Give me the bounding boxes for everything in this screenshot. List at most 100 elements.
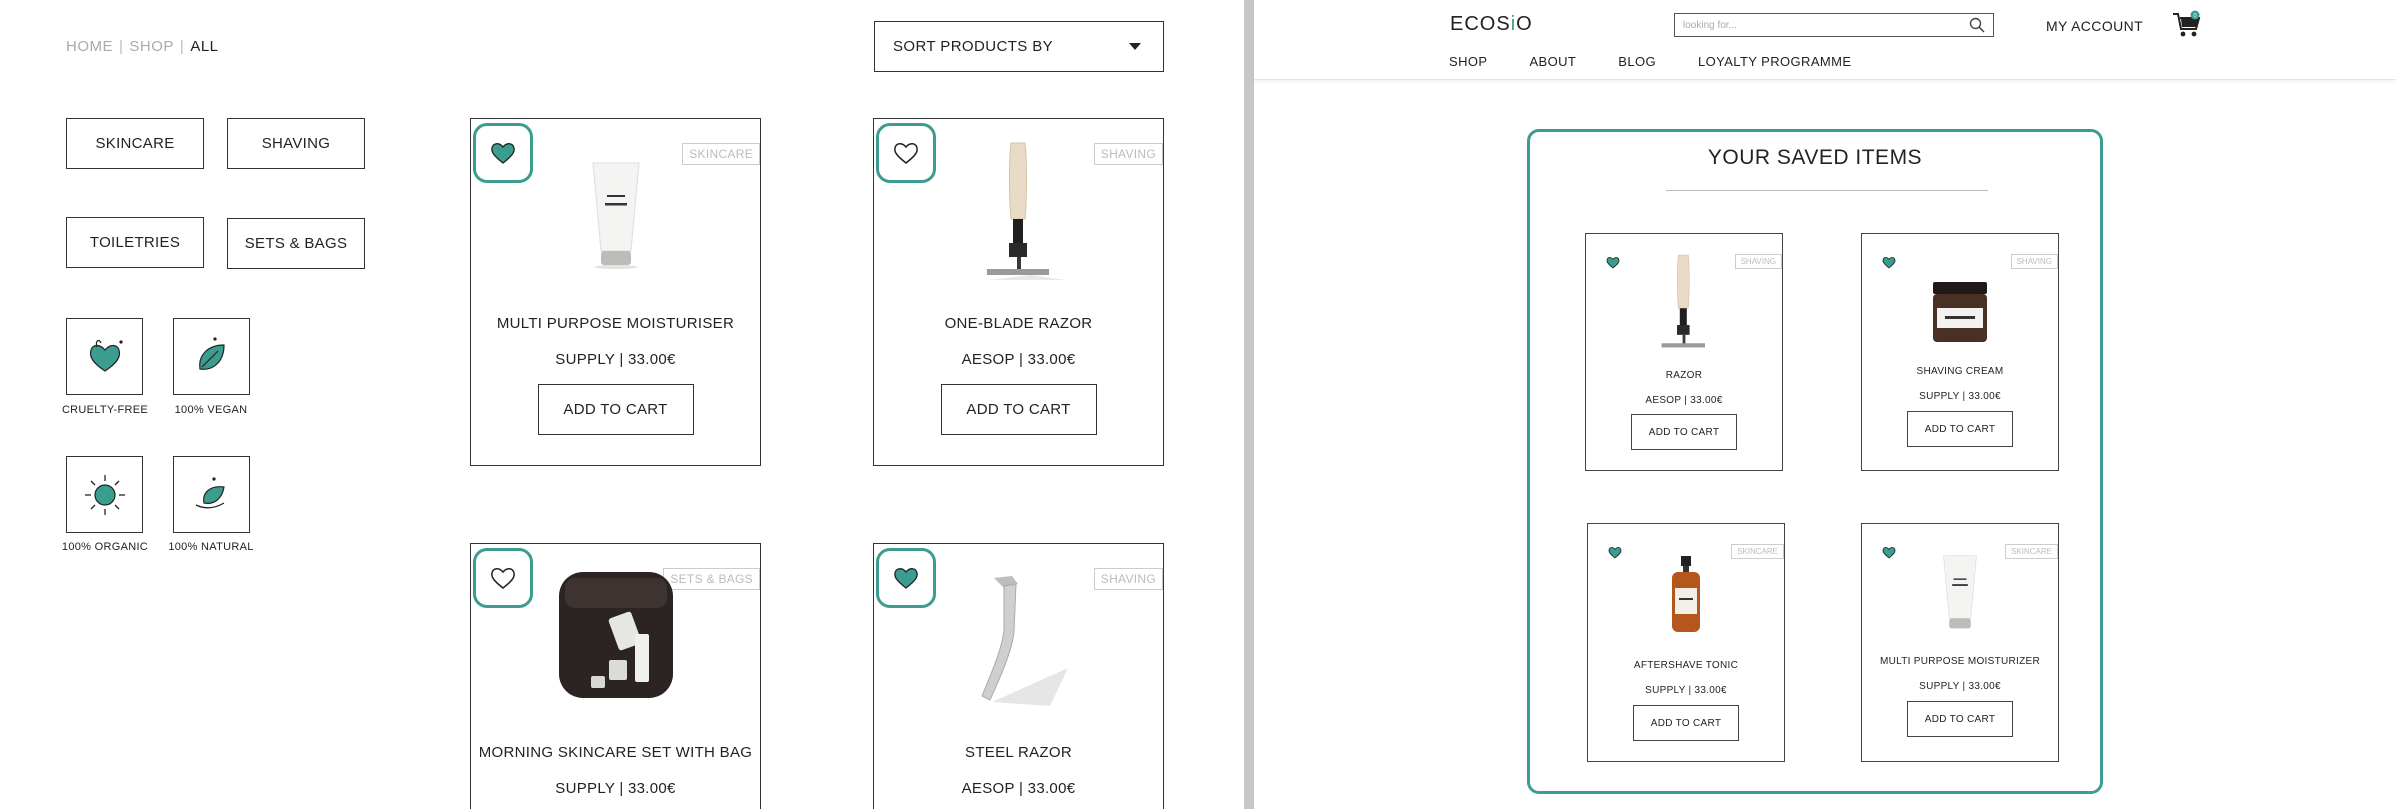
saved-item-card[interactable]: SHAVING SHAVING CREAM SUPPLY | 33.00€ AD… [1861, 233, 2059, 471]
saved-item-card[interactable]: SKINCARE AFTERSHAVE TONIC SUPPLY | 33.00… [1587, 523, 1785, 762]
product-name: STEEL RAZOR [965, 744, 1072, 761]
badge-label: CRUELTY-FREE [61, 404, 149, 416]
shop-panel: HOME | SHOP | ALL SORT PRODUCTS BY SKINC… [0, 0, 1244, 809]
heart-filled-icon[interactable] [1608, 546, 1622, 559]
wishlist-button[interactable] [473, 123, 533, 183]
badge-label: 100% NATURAL [168, 541, 254, 553]
heart-outline-icon [491, 568, 515, 589]
saved-items-box: YOUR SAVED ITEMS SHAVING RAZOR AESOP | 3… [1527, 129, 2103, 794]
vegan-badge [173, 318, 250, 395]
product-card[interactable]: SHAVING ONE-BLADE RAZOR AESOP | 33.00€ A… [873, 118, 1164, 466]
category-toiletries-button[interactable]: TOILETRIES [66, 217, 204, 268]
breadcrumb-current: ALL [190, 38, 219, 55]
add-to-cart-button[interactable]: ADD TO CART [537, 384, 694, 435]
one-blade-razor-image [986, 142, 1065, 280]
breadcrumb-separator: | [119, 38, 124, 55]
cruelty-free-badge [66, 318, 143, 395]
wishlist-button[interactable] [876, 123, 936, 183]
moisturizer-tube-image [1943, 555, 1977, 629]
breadcrumb-home[interactable]: HOME [66, 38, 113, 55]
logo[interactable]: ECOSiO [1450, 13, 1533, 36]
search-input[interactable]: looking for... [1674, 13, 1994, 37]
product-name: MULTI PURPOSE MOISTURISER [496, 315, 735, 332]
screen: HOME | SHOP | ALL SORT PRODUCTS BY SKINC… [0, 0, 2396, 809]
category-tag: SHAVING [1734, 254, 1782, 269]
cart-icon[interactable]: 0 [2172, 10, 2202, 40]
category-tag: SHAVING [1093, 143, 1163, 165]
site-header: ECOSiO looking for... MY ACCOUNT 0 SHOP … [1254, 0, 2396, 80]
heart-filled-icon [491, 143, 515, 164]
category-tag: SHAVING [1093, 568, 1163, 590]
nav-loyalty-programme[interactable]: LOYALTY PROGRAMME [1698, 54, 1851, 69]
sort-label: SORT PRODUCTS BY [893, 38, 1054, 55]
search-icon[interactable] [1969, 17, 1985, 33]
panel-divider [1244, 0, 1254, 809]
category-skincare-button[interactable]: SKINCARE [66, 118, 204, 169]
bunny-heart-icon [89, 339, 123, 372]
category-shaving-button[interactable]: SHAVING [227, 118, 365, 169]
product-price: SUPPLY | 33.00€ [555, 780, 676, 797]
hand-leaf-icon [195, 476, 225, 508]
category-tag: SKINCARE [682, 143, 760, 165]
saved-item-price: SUPPLY | 33.00€ [1645, 685, 1727, 696]
saved-item-price: SUPPLY | 33.00€ [1919, 681, 2001, 692]
steel-razor-image [980, 576, 1068, 706]
add-to-cart-button[interactable]: ADD TO CART [1907, 701, 2013, 737]
heart-filled-icon[interactable] [1882, 546, 1896, 559]
heart-outline-icon [894, 143, 918, 164]
wishlist-button[interactable] [473, 548, 533, 608]
natural-badge [173, 456, 250, 533]
product-card[interactable]: SETS & BAGS MORNING SKINCARE SET WITH BA… [470, 543, 761, 809]
category-tag: SKINCARE [1731, 544, 1784, 559]
saved-item-card[interactable]: SKINCARE MULTI PURPOSE MOISTURIZER SUPPL… [1861, 523, 2059, 762]
main-nav: SHOP ABOUT BLOG LOYALTY PROGRAMME [1449, 54, 1893, 69]
moisturiser-tube-image [591, 162, 640, 269]
title-divider [1666, 190, 1988, 191]
product-price: SUPPLY | 33.00€ [555, 351, 676, 368]
heart-filled-icon[interactable] [1606, 256, 1620, 269]
product-name: ONE-BLADE RAZOR [944, 315, 1093, 332]
product-price: AESOP | 33.00€ [961, 780, 1076, 797]
product-card[interactable]: SHAVING STEEL RAZOR AESOP | 33.00€ [873, 543, 1164, 809]
add-to-cart-button[interactable]: ADD TO CART [1631, 414, 1737, 450]
category-sets-bags-button[interactable]: SETS & BAGS [227, 218, 365, 269]
breadcrumb-shop[interactable]: SHOP [129, 38, 174, 55]
breadcrumb: HOME | SHOP | ALL [66, 38, 219, 55]
organic-badge [66, 456, 143, 533]
search-placeholder: looking for... [1683, 19, 1737, 31]
saved-item-card[interactable]: SHAVING RAZOR AESOP | 33.00€ ADD TO CART [1585, 233, 1783, 471]
add-to-cart-button[interactable]: ADD TO CART [1907, 411, 2013, 447]
nav-blog[interactable]: BLOG [1618, 54, 1656, 69]
my-account-link[interactable]: MY ACCOUNT [2046, 18, 2143, 34]
product-name: MORNING SKINCARE SET WITH BAG [478, 744, 753, 761]
category-tag: SHAVING [2010, 254, 2058, 269]
saved-items-panel: ECOSiO looking for... MY ACCOUNT 0 SHOP … [1254, 0, 2396, 809]
sun-icon [84, 474, 125, 515]
heart-filled-icon[interactable] [1882, 256, 1896, 269]
saved-item-name: MULTI PURPOSE MOISTURIZER [1879, 656, 2041, 667]
product-price: AESOP | 33.00€ [961, 351, 1076, 368]
saved-item-name: RAZOR [1665, 370, 1703, 381]
add-to-cart-button[interactable]: ADD TO CART [940, 384, 1097, 435]
nav-shop[interactable]: SHOP [1449, 54, 1487, 69]
product-card[interactable]: SKINCARE MULTI PURPOSE MOISTURISER SUPPL… [470, 118, 761, 466]
shaving-cream-jar-image [1933, 282, 1987, 342]
saved-items-title: YOUR SAVED ITEMS [1707, 146, 1923, 169]
nav-about[interactable]: ABOUT [1529, 54, 1576, 69]
add-to-cart-button[interactable]: ADD TO CART [1633, 705, 1739, 741]
leaf-icon [198, 336, 225, 370]
badge-label: 100% ORGANIC [61, 541, 149, 553]
badge-label: 100% VEGAN [174, 404, 248, 416]
aftershave-bottle-image [1672, 556, 1700, 632]
razor-image [1661, 254, 1705, 348]
category-tag: SKINCARE [2005, 544, 2058, 559]
saved-item-name: AFTERSHAVE TONIC [1633, 660, 1739, 671]
sort-dropdown[interactable]: SORT PRODUCTS BY [874, 21, 1164, 72]
saved-item-price: SUPPLY | 33.00€ [1919, 391, 2001, 402]
caret-down-icon [1129, 43, 1141, 50]
wishlist-button[interactable] [876, 548, 936, 608]
breadcrumb-separator: | [179, 38, 185, 55]
saved-item-name: SHAVING CREAM [1916, 366, 2004, 377]
heart-filled-icon [894, 568, 918, 589]
skincare-set-bag-image [558, 572, 673, 698]
